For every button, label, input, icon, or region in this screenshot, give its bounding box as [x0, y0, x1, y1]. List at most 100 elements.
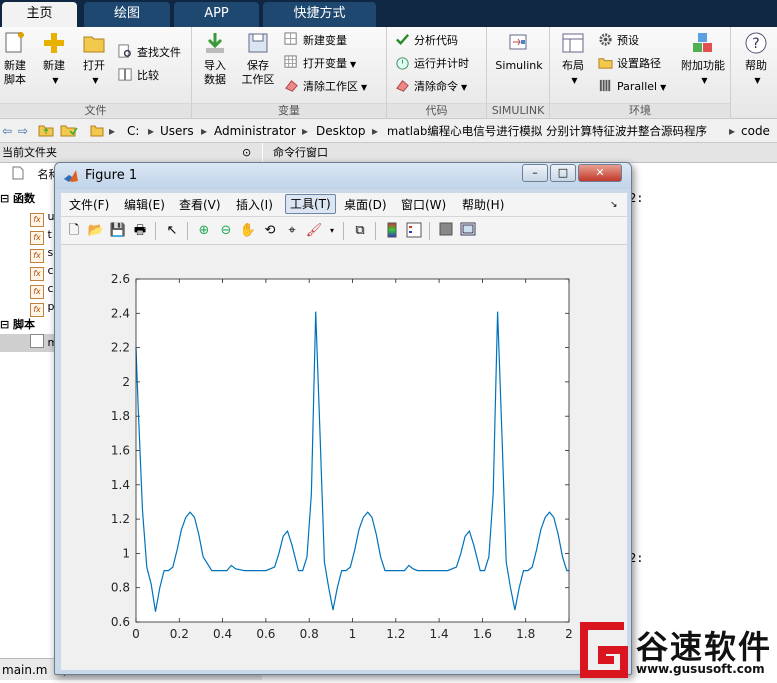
tab-shortcuts[interactable]: 快捷方式: [263, 2, 376, 27]
list-item[interactable]: fx s: [30, 244, 53, 263]
clear-workspace-label: 清除工作区: [303, 80, 358, 93]
new-figure-icon[interactable]: 🗋: [65, 222, 83, 240]
menu-window[interactable]: 窗口(W): [397, 195, 450, 215]
open-button[interactable]: 打开 ▼: [78, 31, 110, 88]
colorbar-icon[interactable]: [383, 222, 401, 240]
file-group: 新建 脚本 新建 ▼ 打开 ▼ 查找文件 比较 文件: [0, 27, 192, 119]
y-tick-label: 2.2: [111, 341, 130, 355]
open-label: 打开: [83, 59, 105, 72]
panel-menu-icon[interactable]: ⊙: [242, 143, 251, 163]
minimize-button[interactable]: –: [522, 164, 548, 182]
figure-canvas[interactable]: 0.6 0.8 1 1.2 1.4 1.6 1.8 2 2.2 2.4 2.6 0 0.2 0.4 0.6…: [61, 245, 627, 670]
new-script-label: 新建 脚本: [4, 59, 26, 86]
save-workspace-icon: [248, 33, 268, 53]
path-segment-code[interactable]: code: [741, 119, 770, 143]
addons-button[interactable]: 附加功能 ▼: [678, 31, 728, 88]
back-arrow-icon[interactable]: ⇦: [2, 119, 12, 143]
y-tick-label: 0.8: [111, 581, 130, 595]
environment-group-label: 环境: [550, 103, 730, 117]
help-icon: ?: [745, 32, 767, 54]
menu-tools[interactable]: 工具(T): [285, 194, 336, 214]
menu-file[interactable]: 文件(F): [65, 195, 113, 215]
y-tick-label: 1.4: [111, 478, 130, 492]
name-column-header[interactable]: 名称: [12, 166, 60, 184]
menu-edit[interactable]: 编辑(E): [120, 195, 169, 215]
list-item[interactable]: fx u: [30, 208, 54, 227]
figure-window[interactable]: Figure 1 – □ ✕ 文件(F) 编辑(E) 查看(V) 插入(I) 工…: [54, 162, 632, 675]
legend-icon[interactable]: [405, 222, 423, 240]
x-tick-label: 0: [132, 627, 140, 641]
open-file-icon[interactable]: 📂: [87, 222, 105, 240]
path-sep: ▸: [372, 124, 379, 138]
save-workspace-button[interactable]: 保存 工作区: [238, 31, 278, 87]
new-label: 新建: [43, 59, 65, 72]
tab-plots[interactable]: 绘图: [84, 2, 170, 27]
close-button[interactable]: ✕: [578, 164, 622, 182]
list-item[interactable]: fx t: [30, 226, 52, 245]
tab-apps[interactable]: APP: [174, 2, 259, 27]
run-time-button[interactable]: 运行并计时: [395, 54, 469, 74]
browse-folder-icon[interactable]: [60, 119, 78, 143]
command-window-label: 命令行窗口: [273, 146, 328, 159]
list-item[interactable]: fx c: [30, 280, 54, 299]
data-cursor-icon[interactable]: ⌖: [283, 222, 301, 240]
rotate-3d-icon[interactable]: ⟲: [261, 222, 279, 240]
ecg-line-chart[interactable]: 0.6 0.8 1 1.2 1.4 1.6 1.8 2 2.2 2.4 2.6 0 0.2 0.4 0.6…: [61, 245, 627, 670]
forward-arrow-icon[interactable]: ⇨: [18, 119, 28, 143]
dock-arrow-icon[interactable]: ↘: [606, 195, 622, 215]
hide-plot-tools-icon[interactable]: [437, 222, 455, 240]
path-segment-administrator[interactable]: Administrator: [214, 119, 296, 143]
new-script-button[interactable]: 新建 脚本: [0, 31, 30, 87]
menu-help[interactable]: 帮助(H): [458, 195, 508, 215]
address-bar: ⇦ ⇨ ▸ C: ▸ Users ▸ Administrator ▸ Deskt…: [0, 119, 777, 143]
new-button[interactable]: 新建 ▼: [38, 31, 70, 88]
up-folder-icon[interactable]: [38, 119, 54, 143]
maximize-button[interactable]: □: [550, 164, 576, 182]
zoom-out-icon[interactable]: ⊖: [217, 222, 235, 240]
y-tick-label: 2.4: [111, 306, 130, 320]
list-item[interactable]: fx c: [30, 262, 54, 281]
preferences-button[interactable]: 预设: [598, 31, 639, 51]
brush-dropdown-icon[interactable]: ▾: [323, 222, 341, 240]
simulink-icon: [509, 34, 527, 50]
import-data-button[interactable]: 导入 数据: [198, 31, 232, 87]
clear-commands-button[interactable]: 清除命令 ▼: [395, 77, 467, 97]
new-variable-button[interactable]: 新建变量: [284, 31, 347, 51]
functions-group[interactable]: ⊟ 函数: [0, 190, 35, 208]
menu-insert[interactable]: 插入(I): [232, 195, 277, 215]
menu-view[interactable]: 查看(V): [175, 195, 225, 215]
path-segment-desktop[interactable]: Desktop: [316, 119, 366, 143]
brush-icon[interactable]: 🖌: [305, 222, 323, 240]
save-icon[interactable]: 💾: [109, 222, 127, 240]
simulink-button[interactable]: Simulink: [493, 31, 545, 73]
print-icon[interactable]: 🖶: [131, 222, 149, 240]
layout-button[interactable]: 布局 ▼: [556, 31, 590, 88]
analyze-code-button[interactable]: 分析代码: [395, 31, 458, 51]
list-item[interactable]: fx p: [30, 298, 54, 317]
help-button[interactable]: ? 帮助 ▼: [738, 31, 774, 88]
scripts-group[interactable]: ⊟ 脚本: [0, 316, 35, 334]
zoom-in-icon[interactable]: ⊕: [195, 222, 213, 240]
set-path-label: 设置路径: [617, 57, 661, 70]
edit-plot-arrow-icon[interactable]: ↖: [163, 222, 181, 240]
set-path-button[interactable]: 设置路径: [598, 54, 661, 74]
gear-icon: [599, 33, 612, 46]
parallel-button[interactable]: Parallel ▼: [598, 77, 666, 97]
list-item[interactable]: m: [0, 334, 60, 352]
link-plot-icon[interactable]: ⧉: [351, 222, 369, 240]
path-segment-drive[interactable]: C:: [127, 119, 139, 143]
find-files-button[interactable]: 查找文件: [118, 43, 181, 63]
pan-hand-icon[interactable]: ✋: [239, 222, 257, 240]
code-group-label: 代码: [387, 103, 486, 117]
tab-home[interactable]: 主页: [2, 2, 77, 27]
menu-desktop[interactable]: 桌面(D): [340, 195, 391, 215]
simulink-group: Simulink SIMULINK: [487, 27, 550, 119]
open-variable-button[interactable]: 打开变量 ▼: [284, 54, 356, 74]
compare-button[interactable]: 比较: [118, 66, 159, 86]
clear-workspace-button[interactable]: 清除工作区 ▼: [284, 77, 367, 97]
path-segment-project[interactable]: matlab编程心电信号进行模拟 分别计算特征波并整合源码程序: [387, 119, 707, 143]
show-plot-tools-icon[interactable]: [459, 222, 477, 240]
simulink-label: Simulink: [495, 59, 543, 72]
path-segment-users[interactable]: Users: [160, 119, 194, 143]
command-window-title: 命令行窗口: [263, 143, 777, 163]
